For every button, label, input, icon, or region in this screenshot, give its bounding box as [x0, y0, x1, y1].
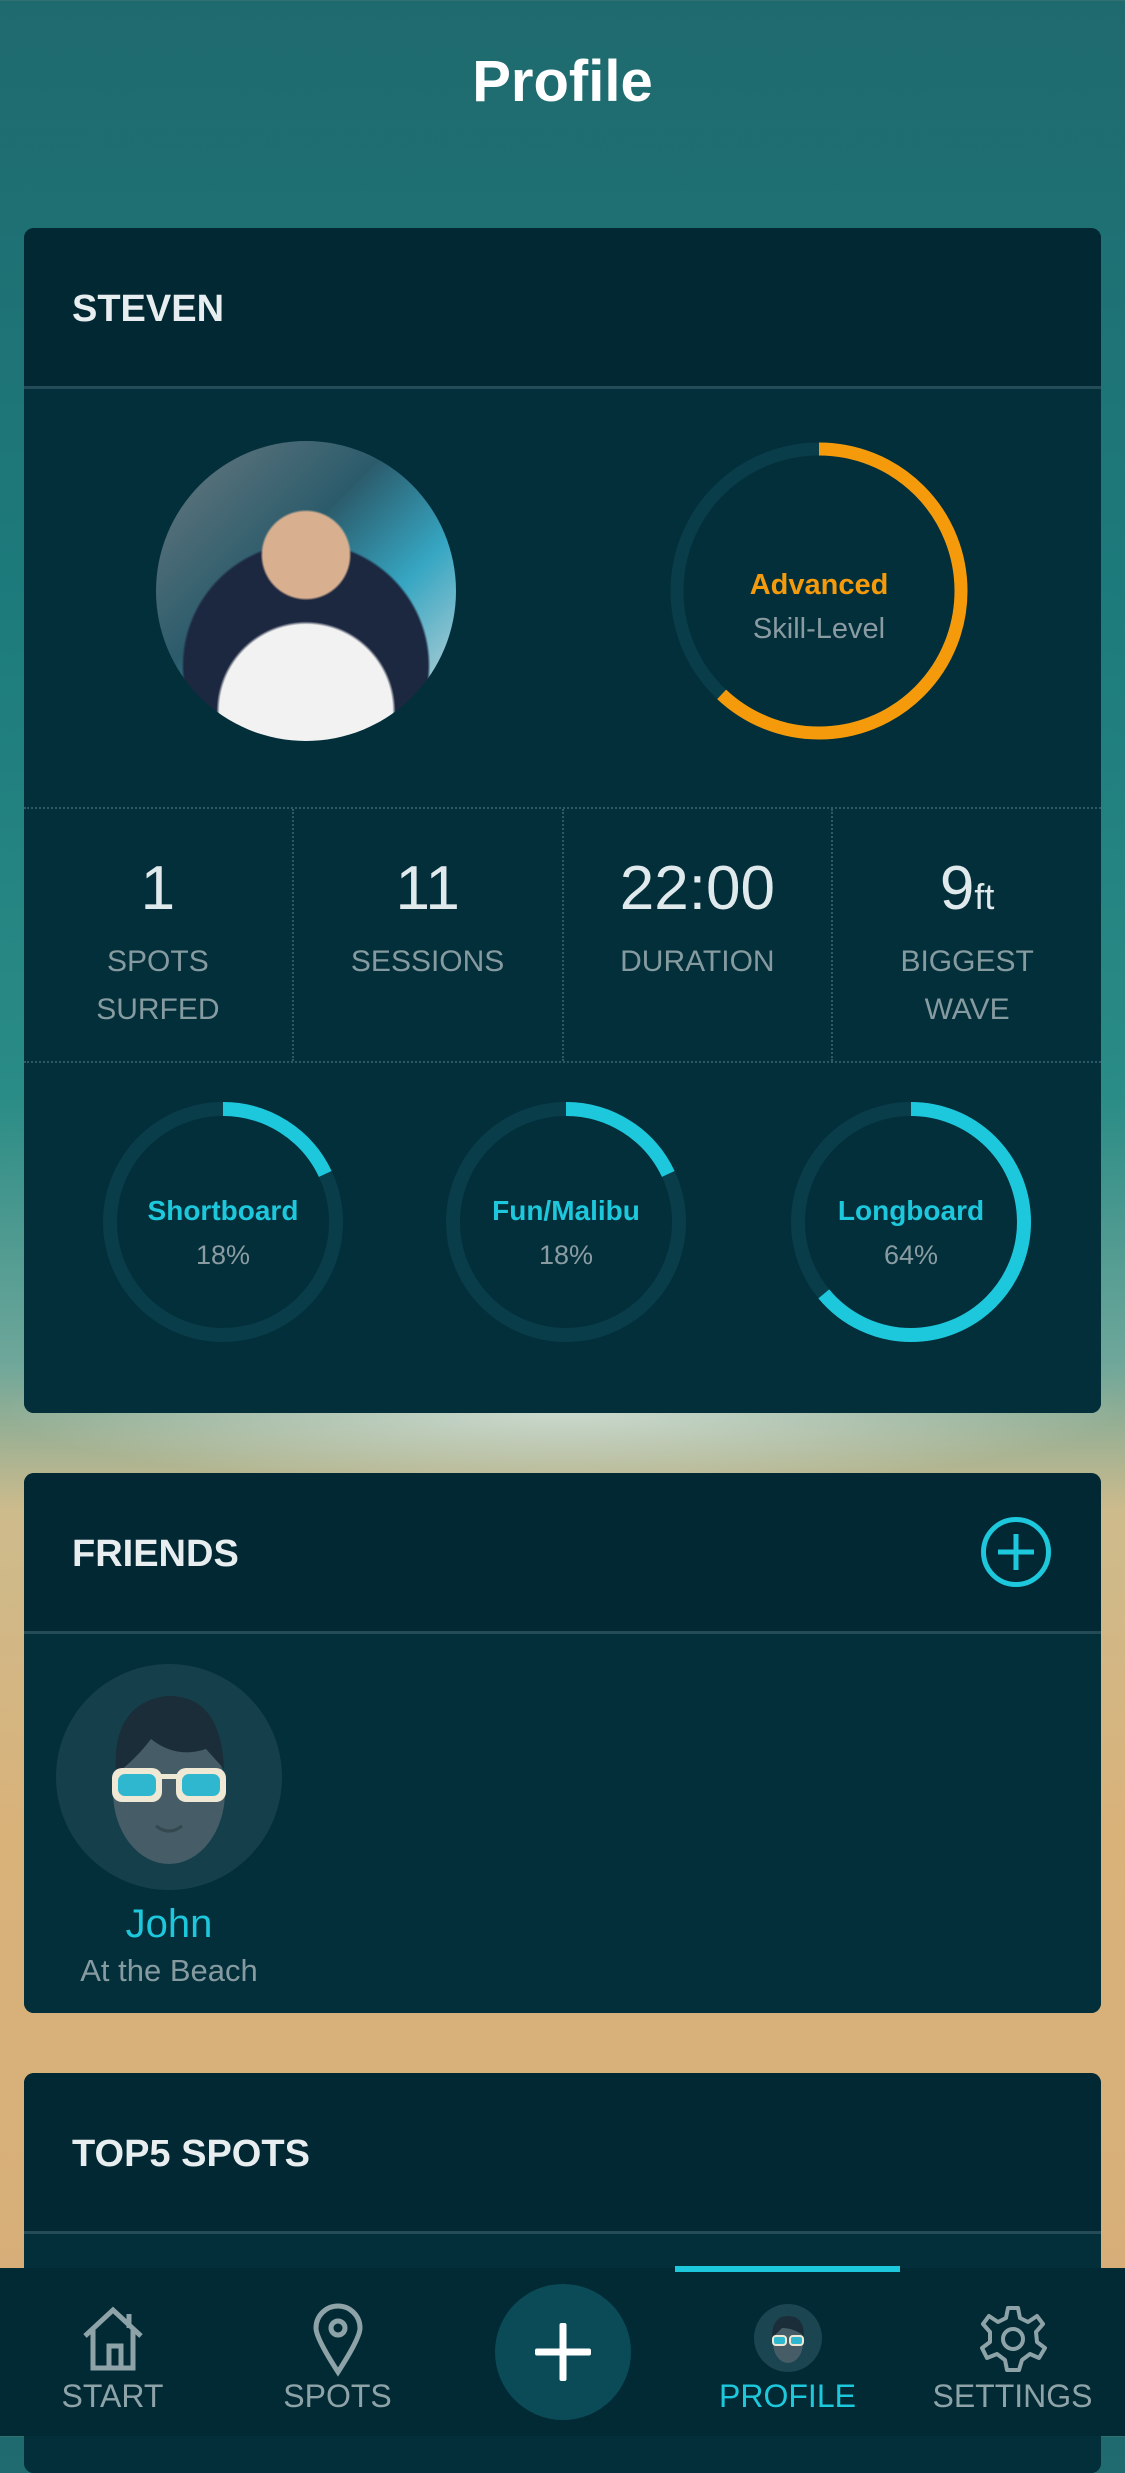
- skill-level-value: Advanced: [749, 569, 889, 601]
- board-name: Longboard: [837, 1195, 985, 1226]
- nav-label: PROFILE: [719, 2378, 856, 2414]
- board-ring-longboard: Longboard 64%: [786, 1097, 1036, 1347]
- top5-card-header: TOP5 SPOTS: [24, 2073, 1101, 2234]
- stat-biggest-wave: 9ft BIGGEST WAVE: [833, 809, 1101, 1061]
- add-session-button[interactable]: [495, 2284, 631, 2420]
- board-name: Fun/Malibu: [492, 1195, 640, 1226]
- stat-duration: 22:00 DURATION: [564, 809, 834, 1061]
- surfer-avatar-icon: [112, 1695, 226, 1864]
- friend-status: At the Beach: [80, 1953, 258, 1988]
- friends-card: FRIENDS John At the Beach: [24, 1473, 1101, 2013]
- top5-title: TOP5 SPOTS: [72, 2133, 310, 2175]
- skill-level-ring: Advanced Skill-Level: [669, 441, 969, 741]
- stat-label: SPOTS: [107, 945, 209, 978]
- bottom-nav: START SPOTS PROFILE SETTINGS: [0, 2266, 1125, 2436]
- nav-label: SPOTS: [283, 2378, 392, 2414]
- nav-settings[interactable]: SETTINGS: [900, 2288, 1125, 2414]
- friend-item[interactable]: John At the Beach: [54, 1664, 284, 1989]
- profile-card: STEVEN Advanced Skill-Level 1 SPOTS SURFE…: [24, 228, 1101, 1413]
- stat-label: BIGGEST: [900, 945, 1034, 978]
- skill-level-label: Skill-Level: [752, 613, 886, 645]
- stat-label: DURATION: [620, 945, 775, 978]
- board-percent: 64%: [883, 1240, 939, 1270]
- stat-label: SURFED: [96, 993, 220, 1026]
- nav-label: SETTINGS: [932, 2378, 1093, 2414]
- stats-row: 1 SPOTS SURFED 11 SESSIONS 22:00 DURATION…: [24, 807, 1101, 1063]
- stat-label: WAVE: [924, 993, 1010, 1026]
- home-icon: [82, 2306, 143, 2371]
- stat-spots-surfed: 1 SPOTS SURFED: [24, 809, 294, 1061]
- active-tab-indicator: [675, 2266, 900, 2272]
- friend-avatar: [56, 1664, 282, 1890]
- nav-start[interactable]: START: [0, 2288, 225, 2414]
- avatar-icon: [753, 2304, 822, 2372]
- stat-value: 1: [140, 854, 176, 923]
- stat-value: 11: [395, 854, 460, 923]
- profile-card-body: Advanced Skill-Level 1 SPOTS SURFED 11 SE…: [24, 389, 1101, 1413]
- add-friend-button[interactable]: [981, 1517, 1051, 1587]
- map-pin-icon: [312, 2303, 363, 2377]
- friend-name: John: [125, 1902, 213, 1946]
- nav-label: START: [61, 2378, 164, 2414]
- gear-icon: [979, 2306, 1047, 2372]
- friends-title: FRIENDS: [72, 1533, 239, 1575]
- page-title: Profile: [472, 49, 653, 114]
- board-percent: 18%: [195, 1240, 251, 1270]
- stat-sessions: 11 SESSIONS: [294, 809, 564, 1061]
- board-ring-shortboard: Shortboard 18%: [98, 1097, 348, 1347]
- nav-spots[interactable]: SPOTS: [225, 2288, 450, 2414]
- nav-profile[interactable]: PROFILE: [675, 2288, 900, 2414]
- board-name: Shortboard: [147, 1195, 299, 1226]
- friends-list: John At the Beach: [24, 1634, 1101, 2013]
- friends-card-header: FRIENDS: [24, 1473, 1101, 1634]
- board-percent: 18%: [538, 1240, 594, 1270]
- stat-value: 9: [939, 854, 975, 923]
- board-ring-fun-malibu: Fun/Malibu 18%: [441, 1097, 691, 1347]
- stat-unit: ft: [974, 876, 995, 917]
- board-distribution: Shortboard 18% Fun/Malibu 18% Longboard …: [24, 1099, 1101, 1359]
- stat-value: 22:00: [619, 854, 775, 923]
- stat-label: SESSIONS: [350, 945, 505, 978]
- profile-avatar[interactable]: [156, 441, 456, 741]
